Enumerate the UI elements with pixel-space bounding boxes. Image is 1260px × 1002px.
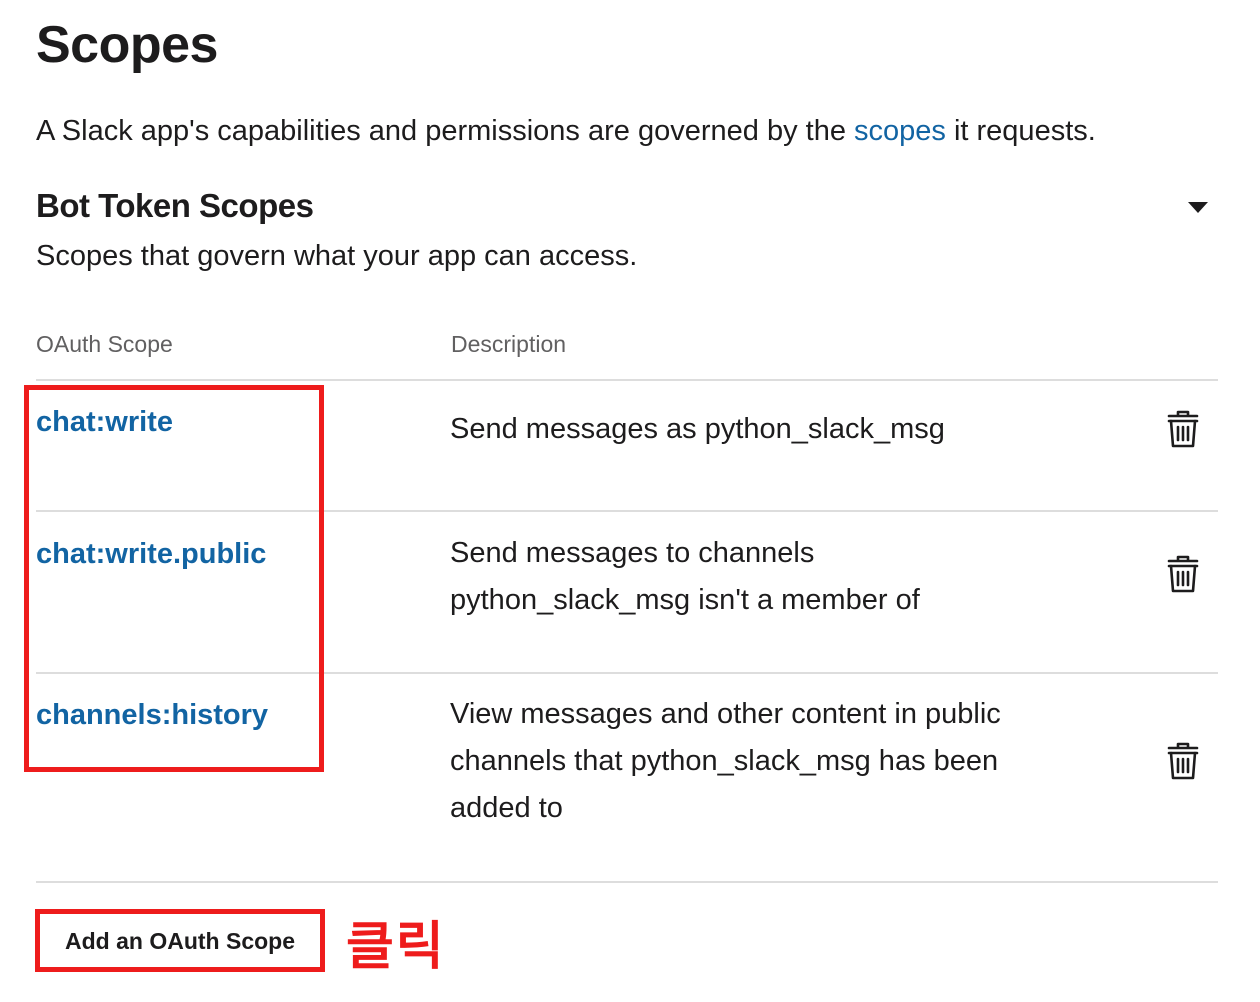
add-button-highlight [35, 909, 325, 972]
section-title: Bot Token Scopes [36, 187, 314, 224]
remove-scope-button[interactable] [1166, 410, 1200, 448]
remove-scope-button[interactable] [1166, 555, 1200, 593]
column-header-oauth-scope: OAuth Scope [36, 331, 173, 357]
trash-icon [1167, 742, 1199, 780]
scope-description: Send messages as python_slack_msg [450, 413, 945, 445]
remove-scope-button[interactable] [1166, 742, 1200, 780]
table-divider [36, 881, 1218, 883]
scope-description: Send messages to channels python_slack_m… [450, 537, 920, 616]
caret-down-icon [1188, 202, 1208, 213]
section-collapse-toggle[interactable] [1180, 192, 1216, 222]
column-header-description: Description [451, 331, 567, 357]
page-title: Scopes [36, 16, 218, 74]
section-subtitle: Scopes that govern what your app can acc… [36, 240, 638, 272]
trash-icon [1167, 555, 1199, 593]
table-divider [36, 379, 1218, 381]
intro-text-before: A Slack app's capabilities and permissio… [36, 115, 855, 147]
trash-icon [1167, 410, 1199, 448]
scope-column-highlight [24, 385, 324, 772]
intro-text: A Slack app's capabilities and permissio… [36, 111, 1096, 151]
scope-description: View messages and other content in publi… [450, 698, 1001, 824]
scopes-link[interactable]: scopes [854, 115, 946, 147]
click-annotation: 클릭 [346, 917, 446, 977]
intro-text-after: it requests. [945, 115, 1096, 147]
